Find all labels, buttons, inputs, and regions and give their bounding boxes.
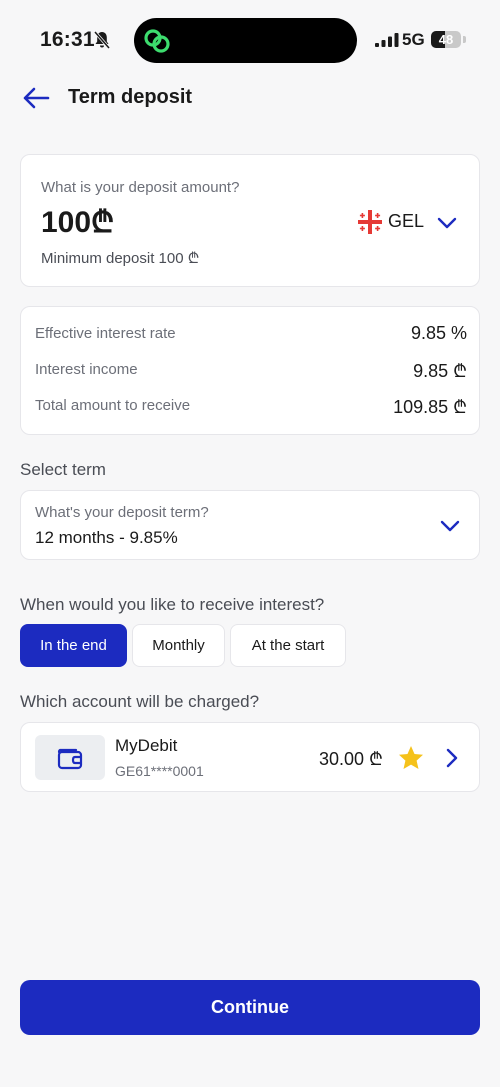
term-selector[interactable]: What's your deposit term? 12 months - 9.…: [20, 490, 480, 560]
option-at-the-start[interactable]: At the start: [230, 624, 346, 667]
chevron-down-icon: [437, 217, 457, 229]
summary-value: 9.85 %: [410, 323, 467, 343]
summary-row: Interest income 9.85 ₾: [35, 359, 467, 383]
interest-timing-label: When would you like to receive interest?: [20, 595, 325, 614]
network-type: 5G: [402, 30, 425, 49]
deposit-amount-input[interactable]: 100₾: [41, 203, 191, 243]
dynamic-island: [134, 18, 357, 63]
battery-cap: [463, 36, 466, 43]
account-name: MyDebit: [115, 736, 178, 755]
summary-value: 109.85 ₾: [393, 397, 467, 417]
summary-label: Total amount to receive: [35, 397, 191, 414]
status-bar: 16:31 5G 48: [0, 0, 500, 80]
summary-label: Interest income: [35, 361, 138, 378]
minimum-deposit-note: Minimum deposit 100 ₾: [41, 250, 200, 267]
deposit-amount-question: What is your deposit amount?: [41, 179, 240, 196]
continue-button[interactable]: Continue: [20, 980, 480, 1035]
wallet-icon-box: [35, 735, 105, 780]
bell-off-icon: [94, 31, 110, 49]
select-term-label: Select term: [20, 460, 106, 479]
chevron-down-icon: [440, 520, 460, 532]
back-button[interactable]: [16, 80, 56, 116]
status-time: 16:31: [40, 28, 95, 51]
account-balance: 30.00 ₾: [319, 749, 383, 769]
option-monthly[interactable]: Monthly: [132, 624, 225, 667]
option-in-the-end[interactable]: In the end: [20, 624, 127, 667]
battery-level: 48: [438, 32, 454, 47]
summary-row: Effective interest rate 9.85 %: [35, 323, 467, 347]
account-selector[interactable]: MyDebit GE61****0001 30.00 ₾: [20, 722, 480, 792]
term-value: 12 months - 9.85%: [35, 528, 178, 547]
currency-selector[interactable]: GEL: [354, 205, 464, 239]
chevron-right-icon: [446, 748, 458, 768]
link-app-icon: [144, 29, 170, 53]
account-section-label: Which account will be charged?: [20, 692, 260, 711]
summary-value: 9.85 ₾: [413, 361, 467, 381]
arrow-left-icon: [23, 87, 50, 109]
battery-icon: 48: [431, 31, 461, 48]
deposit-amount-card: What is your deposit amount? 100₾ GEL Mi…: [20, 154, 480, 287]
georgia-flag-icon: [358, 210, 382, 234]
interest-summary-card: Effective interest rate 9.85 % Interest …: [20, 306, 480, 435]
account-number: GE61****0001: [115, 763, 204, 779]
cellular-signal-icon: [375, 33, 399, 47]
term-question: What's your deposit term?: [35, 504, 209, 521]
wallet-icon: [57, 748, 83, 769]
currency-code: GEL: [388, 211, 425, 231]
star-icon[interactable]: [397, 744, 425, 772]
page-title: Term deposit: [68, 86, 193, 108]
summary-row: Total amount to receive 109.85 ₾: [35, 395, 467, 419]
summary-label: Effective interest rate: [35, 325, 176, 342]
